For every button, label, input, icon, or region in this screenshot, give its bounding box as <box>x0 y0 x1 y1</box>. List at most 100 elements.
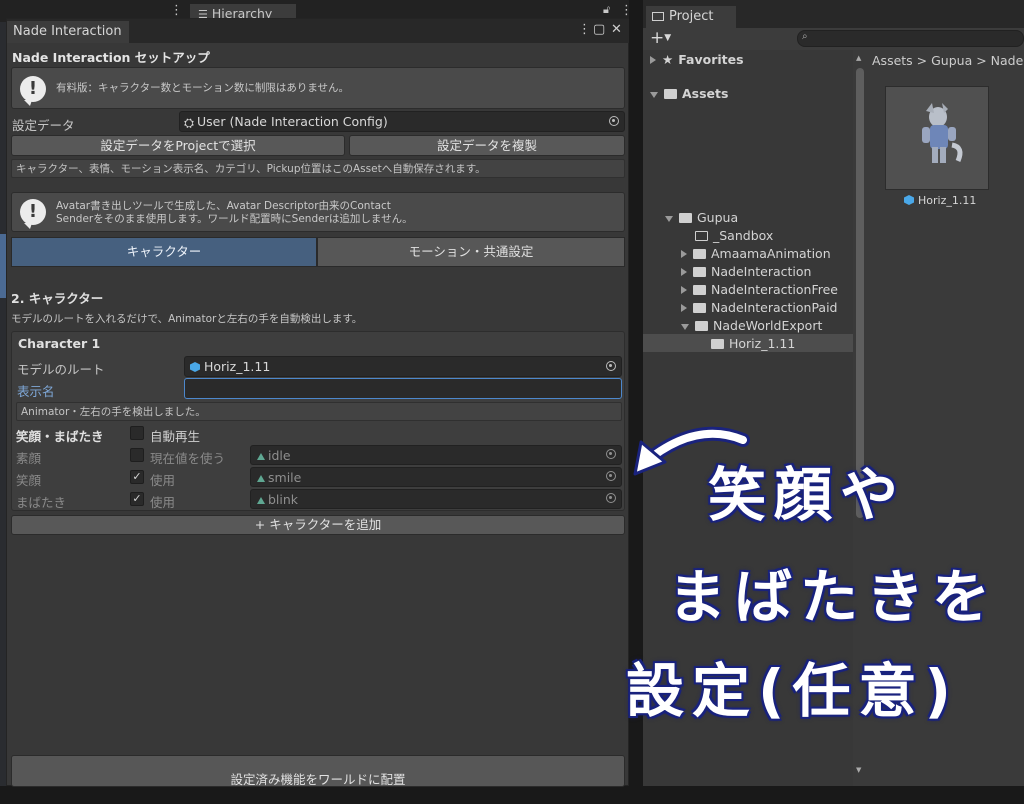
help-text: 有料版：キャラクター数とモーション数に制限はありません。 <box>56 82 350 94</box>
add-character-button[interactable]: + キャラクターを追加 <box>11 515 625 535</box>
character-box: Character 1 モデルのルート Horiz_1.11 表示名 Anima… <box>11 331 625 511</box>
config-asset-icon: ⛭ <box>184 115 195 130</box>
folder-open-icon <box>664 89 677 99</box>
folder-icon <box>693 267 706 277</box>
use-current-checkbox[interactable] <box>130 448 144 462</box>
chevron-down-icon: ▼ <box>664 33 672 43</box>
folder-icon <box>695 231 708 241</box>
expand-arrow-icon[interactable] <box>681 304 687 312</box>
tree-item-nade-free[interactable]: NadeInteractionFree <box>681 282 838 297</box>
annotation-line1: 笑顔や <box>708 461 907 529</box>
autosave-info: キャラクター、表情、モーション表示名、カテゴリ、Pickup位置はこのAsset… <box>11 159 625 178</box>
expand-arrow-icon[interactable] <box>681 286 687 294</box>
duplicate-config-button[interactable]: 設定データを複製 <box>349 135 625 156</box>
asset-thumbnail[interactable] <box>885 86 989 190</box>
detect-info: Animator・左右の手を検出しました。 <box>16 402 622 421</box>
smile-use-checkbox[interactable]: ✓ <box>130 470 144 484</box>
idle-clip-field[interactable]: idle <box>250 445 622 465</box>
tree-item-nade-interaction[interactable]: NadeInteraction <box>681 264 811 279</box>
expand-arrow-icon[interactable] <box>681 250 687 258</box>
animation-clip-icon <box>257 475 265 482</box>
place-in-world-button[interactable]: 設定済み機能をワールドに配置 <box>11 755 625 787</box>
folder-open-icon <box>679 213 692 223</box>
tree-item-amaama[interactable]: AmaamaAnimation <box>681 246 831 261</box>
help-box-avatar: ! Avatar書き出しツールで生成した、Avatar Descriptor由来… <box>11 192 625 232</box>
object-picker-icon[interactable] <box>606 471 616 481</box>
expr-row-check-label: 使用 <box>150 473 176 488</box>
tree-item-nade-paid[interactable]: NadeInteractionPaid <box>681 300 838 315</box>
expr-row-check-label: 使用 <box>150 495 176 510</box>
blink-use-checkbox[interactable]: ✓ <box>130 492 144 506</box>
folder-icon <box>693 249 706 259</box>
help-box-paid: ! 有料版：キャラクター数とモーション数に制限はありません。 <box>11 67 625 109</box>
animation-clip-icon <box>257 497 265 504</box>
kebab-menu-icon[interactable]: ⋮ <box>578 22 591 37</box>
prefab-icon <box>904 195 914 205</box>
lock-icon[interactable]: 🔓︎ <box>603 3 610 17</box>
folder-icon <box>693 303 706 313</box>
expand-arrow-icon[interactable] <box>681 268 687 276</box>
select-in-project-button[interactable]: 設定データをProjectで選択 <box>11 135 345 156</box>
config-value: User (Nade Interaction Config) <box>197 114 388 129</box>
expand-arrow-icon[interactable] <box>665 216 673 222</box>
asset-label[interactable]: Horiz_1.11 <box>904 194 976 207</box>
window-tab-bar: Nade Interaction ⋮ ▢ ✕ <box>7 19 629 43</box>
tree-item-assets[interactable]: Assets <box>650 86 728 101</box>
expr-row-label: まばたき <box>16 495 67 510</box>
nade-interaction-window: Nade Interaction ⋮ ▢ ✕ Nade Interaction … <box>6 18 629 787</box>
warning-bubble-icon: ! <box>20 76 46 106</box>
character-header: Character 1 <box>18 336 101 351</box>
tab-project[interactable]: Project <box>646 6 736 28</box>
autoplay-checkbox[interactable] <box>130 426 144 440</box>
display-name-label: 表示名 <box>17 384 55 399</box>
model-root-label: モデルのルート <box>17 362 105 377</box>
search-input[interactable]: ⌕ <box>797 30 1024 47</box>
object-picker-icon[interactable] <box>606 360 616 371</box>
close-icon[interactable]: ✕ <box>611 22 622 37</box>
tree-item-gupua[interactable]: Gupua <box>665 210 738 225</box>
star-icon: ★ <box>662 52 674 67</box>
tree-item-sandbox[interactable]: _Sandbox <box>695 228 773 243</box>
section-title: 2. キャラクター <box>11 291 104 306</box>
breadcrumb[interactable]: Assets > Gupua > Nade <box>872 53 1023 68</box>
object-picker-icon[interactable] <box>606 493 616 503</box>
object-picker-icon[interactable] <box>609 115 619 126</box>
folder-icon <box>711 339 724 349</box>
window-title: Nade Interaction セットアップ <box>12 50 210 65</box>
model-root-field[interactable]: Horiz_1.11 <box>184 356 622 377</box>
expand-arrow-icon[interactable] <box>650 56 656 64</box>
tab-character[interactable]: キャラクター <box>11 237 317 267</box>
expression-header: 笑顔・まばたき <box>16 429 104 444</box>
tree-item-horiz[interactable]: Horiz_1.11 <box>711 336 795 351</box>
tree-item-nade-world[interactable]: NadeWorldExport <box>681 318 822 333</box>
scroll-down-icon[interactable]: ▼ <box>856 766 861 774</box>
expr-row-check-label: 現在値を使う <box>150 451 226 466</box>
autoplay-label: 自動再生 <box>150 429 201 444</box>
model-root-value: Horiz_1.11 <box>204 359 271 374</box>
folder-open-icon <box>695 321 708 331</box>
scroll-up-icon[interactable]: ▲ <box>856 54 861 62</box>
animation-clip-icon <box>257 453 265 460</box>
maximize-icon[interactable]: ▢ <box>593 22 605 37</box>
smile-clip-field[interactable]: smile <box>250 467 622 487</box>
blink-clip-field[interactable]: blink <box>250 489 622 509</box>
config-object-field[interactable]: ⛭ User (Nade Interaction Config) <box>179 111 625 132</box>
tab-motion-common[interactable]: モーション・共通設定 <box>317 237 625 267</box>
object-picker-icon[interactable] <box>606 449 616 459</box>
section-description: モデルのルートを入れるだけで、Animatorと左右の手を自動検出します。 <box>11 313 363 325</box>
help-text-line2: Senderをそのまま使用します。ワールド配置時にSenderは追加しません。 <box>56 213 413 225</box>
expr-row-label: 笑顔 <box>16 473 42 488</box>
kebab-menu-icon[interactable]: ⋮ <box>170 3 183 18</box>
warning-bubble-icon: ! <box>20 199 46 229</box>
prefab-icon <box>190 362 200 372</box>
create-button[interactable]: +▼ <box>650 28 671 48</box>
annotation-line3: 設定(任意) <box>626 657 960 725</box>
expand-arrow-icon[interactable] <box>681 324 689 330</box>
display-name-input[interactable] <box>184 378 622 399</box>
tree-item-favorites[interactable]: ★ Favorites <box>650 52 744 67</box>
search-icon: ⌕ <box>802 31 808 42</box>
expr-row-label: 素顔 <box>16 451 42 466</box>
tab-nade-interaction[interactable]: Nade Interaction <box>7 21 129 43</box>
expand-arrow-icon[interactable] <box>650 92 658 98</box>
folder-icon <box>693 285 706 295</box>
